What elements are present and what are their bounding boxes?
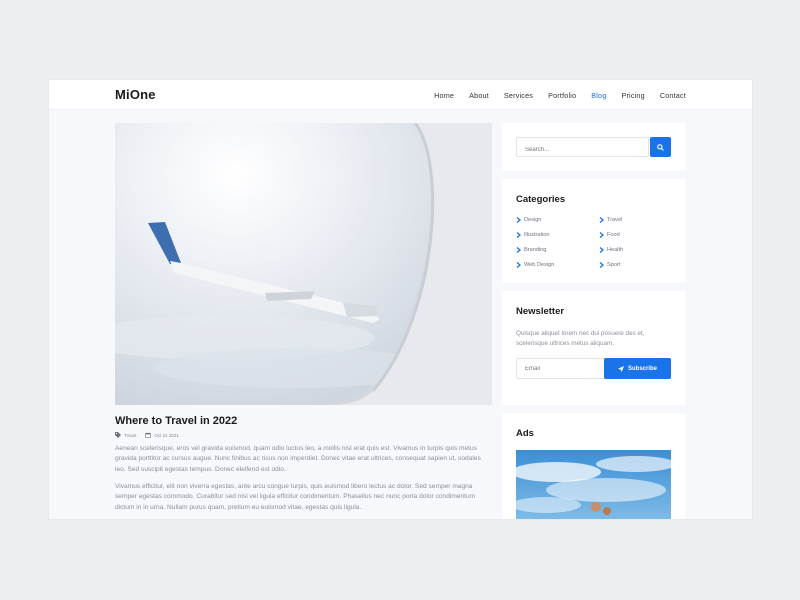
category-label: Health — [607, 247, 624, 253]
categories-widget: Categories Design Illustration Branding … — [502, 179, 685, 283]
category-label: Sport — [607, 262, 621, 268]
category-illustration[interactable]: Illustration — [516, 232, 550, 238]
nav-services[interactable]: Services — [504, 91, 533, 100]
chevron-right-icon — [599, 247, 604, 253]
site-header: MiOne Home About Services Portfolio Blog… — [49, 80, 752, 110]
subscribe-button[interactable]: Subscribe — [604, 358, 671, 379]
post-date: Oct 21 2021 — [154, 432, 179, 438]
main-nav: Home About Services Portfolio Blog Prici… — [419, 91, 686, 100]
search-widget — [502, 123, 685, 171]
category-label: Food — [607, 232, 620, 238]
beach-sky-image — [516, 450, 671, 519]
airplane-window-image — [115, 123, 492, 405]
category-label: Design — [524, 217, 542, 223]
ad-image[interactable] — [516, 450, 671, 519]
chevron-right-icon — [516, 217, 521, 223]
calendar-icon — [145, 432, 152, 438]
categories-title: Categories — [516, 194, 566, 205]
nav-portfolio[interactable]: Portfolio — [548, 91, 576, 100]
post-paragraph: Vivamus efficitur, elit non viverra eges… — [115, 483, 476, 511]
email-field[interactable] — [517, 359, 603, 378]
post-hero-image[interactable] — [115, 123, 492, 405]
search-button[interactable] — [650, 137, 671, 157]
chevron-right-icon — [516, 247, 521, 253]
nav-about[interactable]: About — [469, 91, 489, 100]
category-health[interactable]: Health — [599, 247, 623, 253]
newsletter-widget: Newsletter Quisque aliquet lorem nec dui… — [502, 291, 685, 405]
ads-title: Ads — [516, 428, 534, 439]
nav-home[interactable]: Home — [434, 91, 454, 100]
chevron-right-icon — [516, 262, 521, 268]
category-label: Illustration — [524, 232, 550, 238]
nav-contact[interactable]: Contact — [660, 91, 686, 100]
search-icon — [657, 143, 664, 151]
chevron-right-icon — [516, 232, 521, 238]
post-paragraph: Aenean scelerisque, eros vel gravida eui… — [115, 445, 481, 473]
category-travel[interactable]: Travel — [599, 217, 622, 223]
post-meta: Travel Oct 21 2021 — [115, 432, 188, 438]
category-label: Travel — [607, 217, 623, 223]
post-category[interactable]: Travel — [124, 433, 136, 438]
page-frame: MiOne Home About Services Portfolio Blog… — [49, 80, 752, 519]
newsletter-description: Quisque aliquet lorem nec dui posuere de… — [516, 330, 645, 347]
category-web-design[interactable]: Web Design — [516, 262, 554, 268]
category-food[interactable]: Food — [599, 232, 620, 238]
nav-pricing[interactable]: Pricing — [621, 91, 644, 100]
chevron-right-icon — [599, 217, 604, 223]
category-branding[interactable]: Branding — [516, 247, 546, 253]
category-label: Branding — [524, 247, 547, 253]
category-label: Web Design — [524, 262, 555, 268]
search-input[interactable] — [517, 141, 637, 159]
category-design[interactable]: Design — [516, 217, 541, 223]
newsletter-title: Newsletter — [516, 306, 565, 317]
ads-widget: Ads — [502, 413, 685, 519]
site-logo[interactable]: MiOne — [115, 87, 156, 102]
category-sport[interactable]: Sport — [599, 262, 620, 268]
nav-blog[interactable]: Blog — [591, 91, 606, 100]
subscribe-label: Subscribe — [627, 365, 657, 372]
tag-icon — [115, 432, 121, 438]
paper-plane-icon — [617, 365, 624, 372]
chevron-right-icon — [599, 262, 604, 268]
newsletter-form: Subscribe — [516, 358, 671, 379]
search-box — [516, 137, 649, 159]
chevron-right-icon — [599, 232, 604, 238]
post-title[interactable]: Where to Travel in 2022 — [115, 415, 237, 427]
